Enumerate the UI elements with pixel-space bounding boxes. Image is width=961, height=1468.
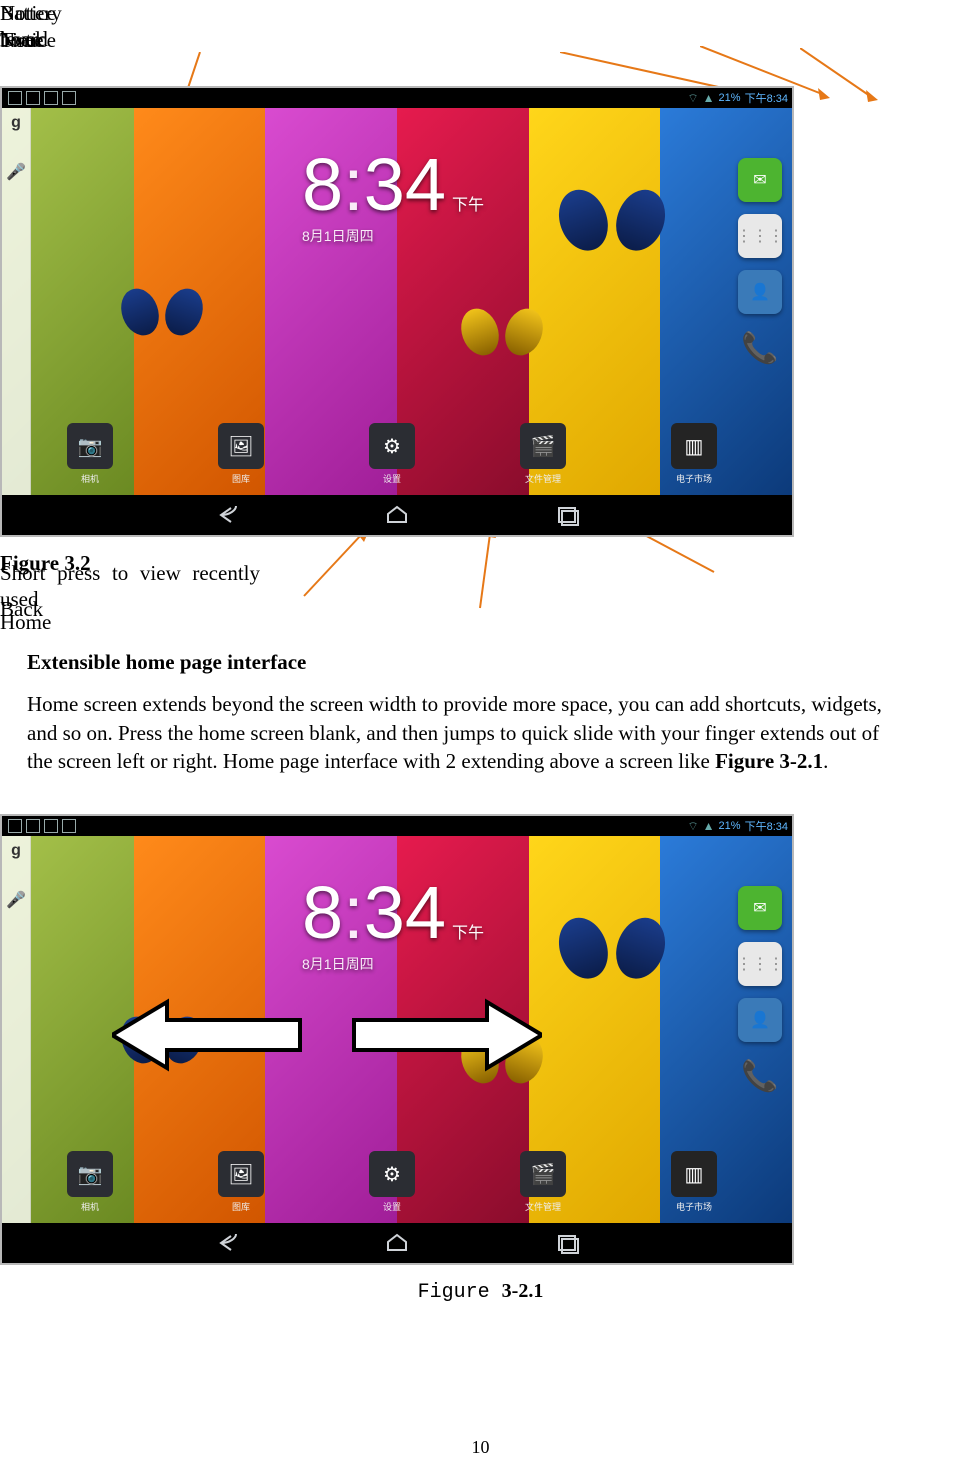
app-drawer-icon[interactable]: ⋮⋮⋮ [738, 214, 782, 258]
navigation-bar [2, 1223, 792, 1263]
status-time: 下午8:34 [745, 90, 792, 106]
status-left-icons [2, 91, 76, 105]
page-number: 10 [0, 1437, 961, 1458]
navigation-bar [2, 495, 792, 535]
phone-app-icon[interactable]: 📞 [738, 326, 782, 370]
recent-apps-button[interactable] [547, 503, 587, 527]
clock-widget[interactable]: 8:34下午 8月1日周四 [302, 148, 484, 246]
callout-recent: Short press to view recently used [0, 560, 260, 613]
contacts-app-icon[interactable]: 👤 [738, 270, 782, 314]
back-button[interactable] [207, 503, 247, 527]
swipe-left-arrow-icon [112, 996, 302, 1074]
status-time: 下午8:34 [745, 818, 792, 834]
butterfly-icon [560, 189, 664, 267]
file-manager-app-icon[interactable]: 🎬文件管理 [515, 423, 571, 485]
arrow-home [468, 528, 498, 610]
swipe-right-arrow-icon [352, 996, 542, 1074]
callout-home: Home [0, 609, 51, 635]
callout-time: Time [0, 27, 44, 53]
camera-app-icon[interactable]: 📷相机 [62, 1151, 118, 1213]
wifi-icon: ▲ [703, 819, 715, 833]
google-logo-icon: g [2, 114, 30, 132]
tablet-screenshot-2: ⌔ ▲ 21% 下午8:34 g 🎤 8:34下午 8月1日周四 ✉ ⋮⋮⋮ 👤… [0, 814, 794, 1265]
gallery-app-icon[interactable]: 🖼图库 [213, 1151, 269, 1213]
arrow-time [800, 48, 880, 104]
status-battery-pct: 21% [719, 92, 745, 104]
google-search-bar[interactable]: g 🎤 [2, 108, 31, 495]
wifi-icon: ▲ [703, 91, 715, 105]
phone-app-icon[interactable]: 📞 [738, 1054, 782, 1098]
google-search-bar[interactable]: g 🎤 [2, 836, 31, 1223]
clock-date: 8月1日周四 [302, 226, 484, 246]
contacts-app-icon[interactable]: 👤 [738, 998, 782, 1042]
figure-3-2-1-caption: Figure 3-2.1 [0, 1280, 961, 1304]
app-drawer-icon[interactable]: ⋮⋮⋮ [738, 942, 782, 986]
clock-widget[interactable]: 8:34下午 8月1日周四 [302, 876, 484, 974]
tablet-screenshot-1: ⌔ ▲ 21% 下午8:34 g 🎤 8:34下午 8月1日周四 ✉ ⋮⋮⋮ 👤… [0, 86, 794, 537]
status-bar[interactable]: ⌔ ▲ 21% 下午8:34 [2, 816, 792, 836]
status-left-icons [2, 819, 76, 833]
status-battery-pct: 21% [719, 820, 745, 832]
bottom-shortcut-row: 📷相机 🖼图库 ⚙设置 🎬文件管理 ▥电子市场 [62, 1151, 722, 1213]
right-dock: ✉ ⋮⋮⋮ 👤 📞 [738, 886, 782, 1098]
messaging-app-icon[interactable]: ✉ [738, 886, 782, 930]
bluetooth-icon: ⌔ [687, 819, 698, 834]
status-bar[interactable]: ⌔ ▲ 21% 下午8:34 [2, 88, 792, 108]
butterfly-icon [462, 308, 542, 368]
right-dock: ✉ ⋮⋮⋮ 👤 📞 [738, 158, 782, 370]
market-app-icon[interactable]: ▥电子市场 [666, 1151, 722, 1213]
back-button[interactable] [207, 1231, 247, 1255]
voice-search-icon[interactable]: 🎤 [2, 162, 30, 182]
section-heading: Extensible home page interface [27, 648, 907, 676]
arrow-back [300, 528, 370, 598]
camera-app-icon[interactable]: 📷相机 [62, 423, 118, 485]
recent-apps-button[interactable] [547, 1231, 587, 1255]
butterfly-icon [560, 917, 664, 995]
butterfly-icon [122, 288, 202, 348]
settings-app-icon[interactable]: ⚙设置 [364, 1151, 420, 1213]
home-button[interactable] [377, 1231, 417, 1255]
home-button[interactable] [377, 503, 417, 527]
bluetooth-icon: ⌔ [687, 91, 698, 106]
settings-app-icon[interactable]: ⚙设置 [364, 423, 420, 485]
bottom-shortcut-row: 📷相机 🖼图库 ⚙设置 🎬文件管理 ▥电子市场 [62, 423, 722, 485]
market-app-icon[interactable]: ▥电子市场 [666, 423, 722, 485]
clock-date: 8月1日周四 [302, 954, 484, 974]
paragraph: Home screen extends beyond the screen wi… [27, 690, 907, 775]
gallery-app-icon[interactable]: 🖼图库 [213, 423, 269, 485]
body-text: Extensible home page interface Home scre… [27, 648, 907, 775]
google-logo-icon: g [2, 842, 30, 860]
messaging-app-icon[interactable]: ✉ [738, 158, 782, 202]
voice-search-icon[interactable]: 🎤 [2, 890, 30, 910]
file-manager-app-icon[interactable]: 🎬文件管理 [515, 1151, 571, 1213]
